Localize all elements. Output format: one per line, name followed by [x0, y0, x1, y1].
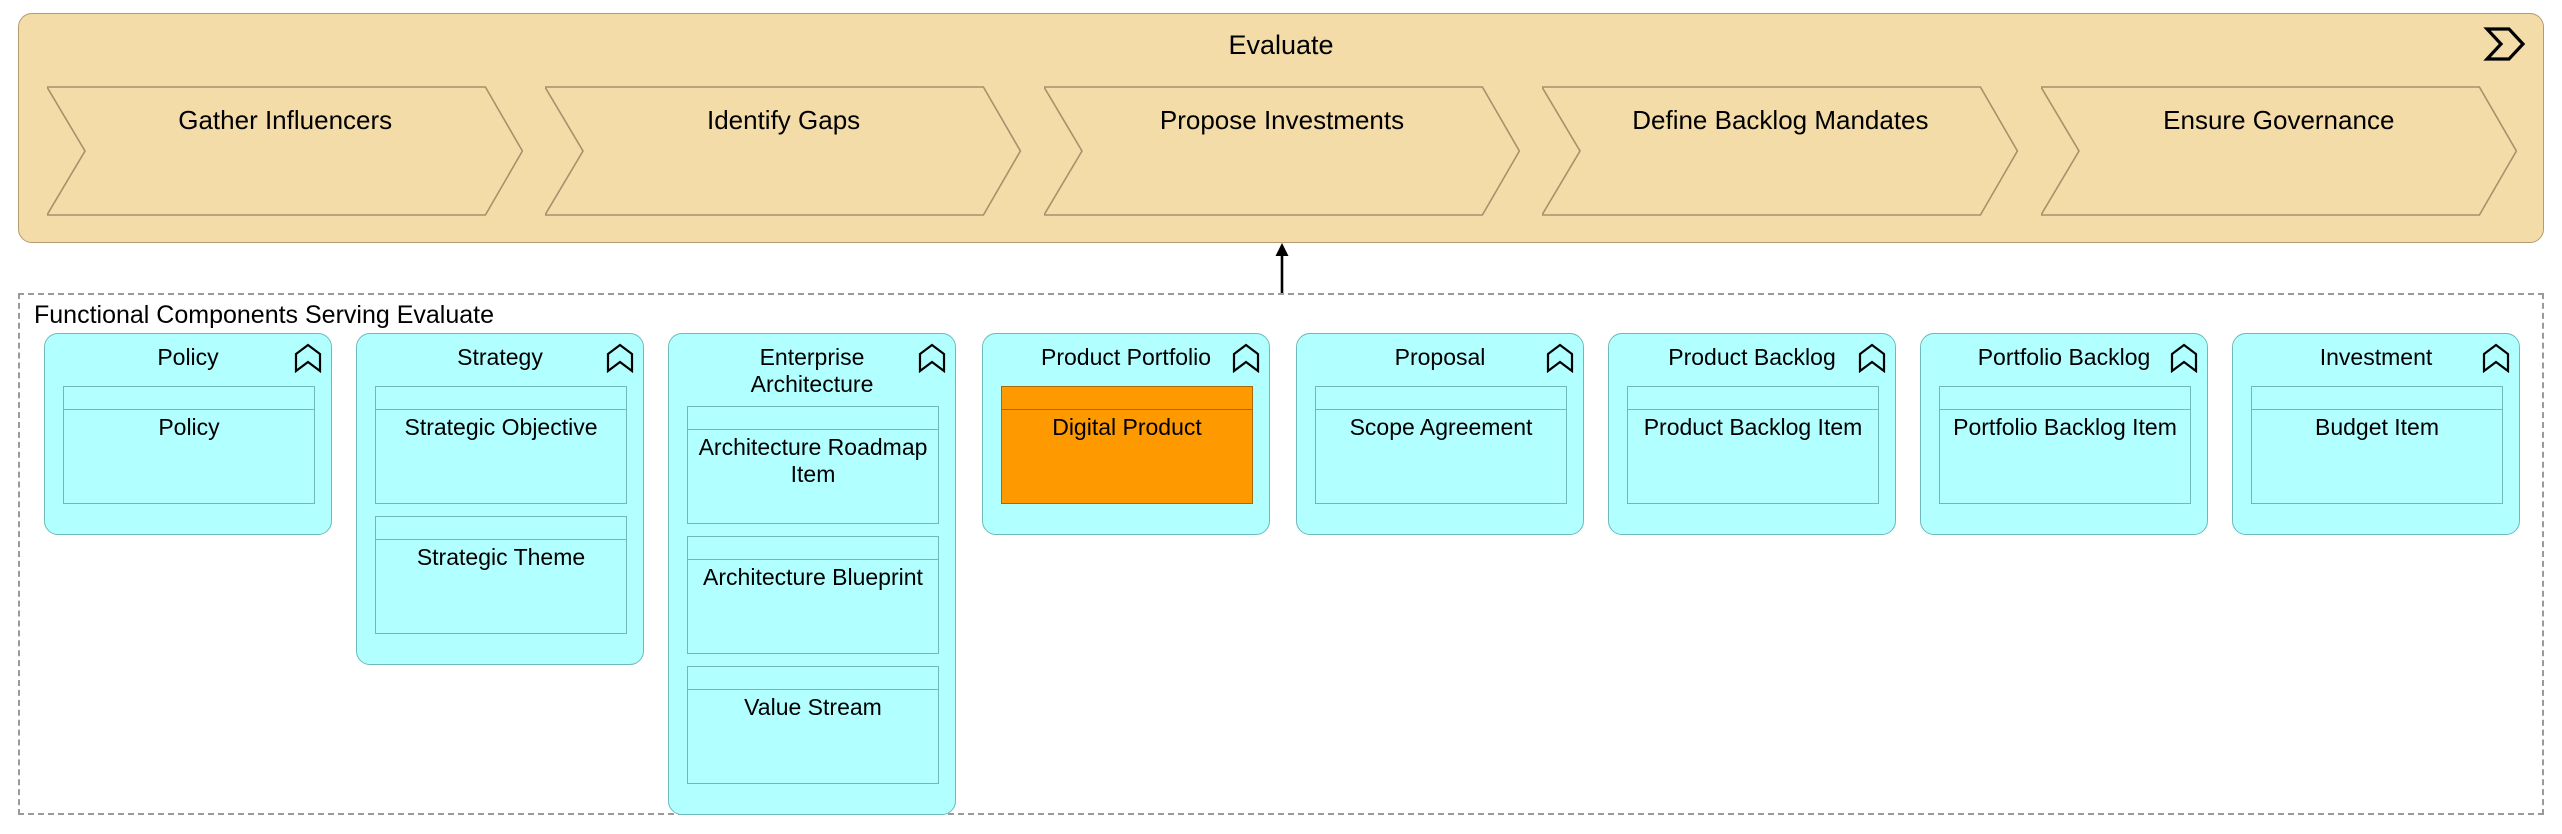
capability-item-label: Budget Item: [2314, 414, 2440, 440]
capability-item-header-bar: [2252, 387, 2502, 410]
capability-item-label: Scope Agreement: [1349, 414, 1533, 440]
capability-item-header-bar: [376, 517, 626, 540]
process-step-label: Propose Investments: [1159, 105, 1405, 135]
capability-item-header-bar: [688, 667, 938, 690]
capability-item[interactable]: Strategic Theme: [375, 516, 627, 634]
capability-card[interactable]: Product Backlog Product Backlog Item: [1608, 333, 1896, 535]
capability-item[interactable]: Architecture Blueprint: [687, 536, 939, 654]
capability-card-title: Enterprise Architecture: [750, 344, 874, 397]
capability-item[interactable]: Strategic Objective: [375, 386, 627, 504]
capability-item-label: Strategic Objective: [404, 414, 598, 440]
capability-item[interactable]: Product Backlog Item: [1627, 386, 1879, 504]
capability-card-title: Product Portfolio: [1040, 344, 1212, 370]
process-step-label: Define Backlog Mandates: [1632, 105, 1929, 135]
function-icon: [1546, 343, 1574, 373]
capability-card-title: Strategy: [457, 344, 543, 370]
capability-item-header-bar: [1940, 387, 2190, 410]
capability-item[interactable]: Policy: [63, 386, 315, 504]
process-step-3[interactable]: Propose Investments: [1043, 86, 1521, 216]
diagram-canvas: Evaluate Gather Influencers Identify Gaps…: [0, 0, 2562, 834]
capability-item[interactable]: Scope Agreement: [1315, 386, 1567, 504]
process-step-label: Gather Influencers: [178, 105, 393, 135]
process-step-list: Gather Influencers Identify Gaps Propose I…: [47, 86, 2517, 216]
process-arrow-icon: [2483, 27, 2526, 61]
capability-item-label: Architecture Roadmap Item: [698, 434, 928, 487]
capability-item-label: Policy: [158, 414, 220, 440]
capability-item-header-bar: [688, 537, 938, 560]
capability-card[interactable]: Policy Policy: [44, 333, 332, 535]
function-icon: [2482, 343, 2510, 373]
capability-card[interactable]: Product Portfolio Digital Product: [982, 333, 1270, 535]
capability-card-title: Product Backlog: [1668, 344, 1836, 370]
capability-item-header-bar: [64, 387, 314, 410]
capability-card[interactable]: Portfolio Backlog Portfolio Backlog Item: [1920, 333, 2208, 535]
capability-item-highlighted[interactable]: Digital Product: [1001, 386, 1253, 504]
capability-item-label: Digital Product: [1052, 414, 1202, 440]
function-icon: [1232, 343, 1260, 373]
capability-card[interactable]: Strategy Strategic Objective Strategic The…: [356, 333, 644, 665]
capability-card[interactable]: Proposal Scope Agreement: [1296, 333, 1584, 535]
capability-item-header-bar: [1628, 387, 1878, 410]
process-step-label: Ensure Governance: [2163, 105, 2395, 135]
capability-card-title: Proposal: [1394, 344, 1486, 370]
capability-item-header-bar: [376, 387, 626, 410]
capability-card-title: Investment: [2319, 344, 2433, 370]
process-band[interactable]: Evaluate Gather Influencers Identify Gaps…: [18, 13, 2544, 243]
capability-item-label: Product Backlog Item: [1643, 414, 1863, 440]
process-band-title: Evaluate: [1228, 30, 1334, 60]
function-icon: [294, 343, 322, 373]
process-step-label: Identify Gaps: [706, 105, 861, 135]
process-step-4[interactable]: Define Backlog Mandates: [1542, 86, 2019, 216]
process-step-2[interactable]: Identify Gaps: [545, 86, 1022, 216]
capability-card-title: Policy: [157, 344, 219, 370]
up-arrow-icon: [1275, 243, 1289, 293]
function-icon: [918, 343, 946, 373]
function-icon: [606, 343, 634, 373]
capability-item[interactable]: Portfolio Backlog Item: [1939, 386, 2191, 504]
capability-item[interactable]: Value Stream: [687, 666, 939, 784]
capability-item[interactable]: Architecture Roadmap Item: [687, 406, 939, 524]
capability-card-title: Portfolio Backlog: [1977, 344, 2151, 370]
function-icon: [2170, 343, 2198, 373]
process-step-5[interactable]: Ensure Governance: [2040, 86, 2517, 216]
capability-item-header-bar: [1316, 387, 1566, 410]
process-step-1[interactable]: Gather Influencers: [47, 86, 524, 216]
capability-item-label: Portfolio Backlog Item: [1953, 414, 2177, 440]
capability-item-label: Strategic Theme: [416, 544, 586, 570]
capability-card[interactable]: Investment Budget Item: [2232, 333, 2520, 535]
capability-item[interactable]: Budget Item: [2251, 386, 2503, 504]
capability-item-label: Architecture Blueprint: [703, 564, 923, 590]
capability-card[interactable]: Enterprise Architecture Architecture Road…: [668, 333, 956, 815]
capability-item-header-bar: [688, 407, 938, 430]
capability-item-header-bar: [1002, 387, 1252, 410]
function-icon: [1858, 343, 1886, 373]
functional-components-label: Functional Components Serving Evaluate: [30, 301, 498, 330]
capability-item-label: Value Stream: [744, 694, 882, 720]
